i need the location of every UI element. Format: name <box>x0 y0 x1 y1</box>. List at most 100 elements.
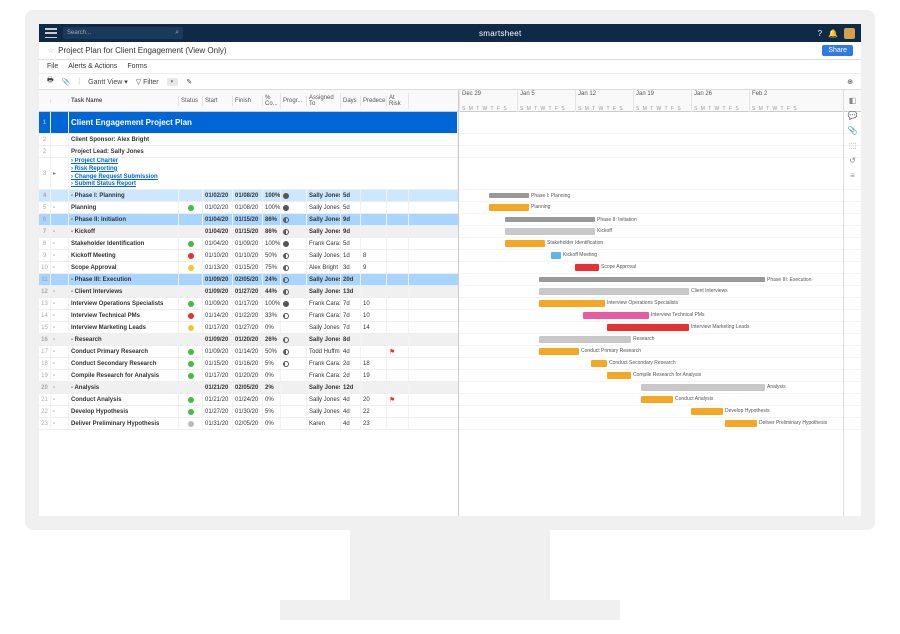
gantt-bar[interactable]: Scope Approval <box>575 264 599 271</box>
gantt-row: Kickoff <box>459 226 861 238</box>
summary-icon[interactable]: ≡ <box>850 171 855 180</box>
bell-icon[interactable]: 🔔 <box>828 29 838 38</box>
table-row[interactable]: 22▫ Develop Hypothesis 01/27/20 01/30/20… <box>39 406 458 418</box>
gantt-row: Client Interviews <box>459 286 861 298</box>
table-row[interactable]: 11 - Phase III: Execution 01/09/20 02/05… <box>39 274 458 286</box>
week-column: Feb 2S M T W T F S <box>749 90 807 112</box>
gantt-bar[interactable]: Kickoff <box>505 228 595 235</box>
gantt-row: Phase I: Planning <box>459 190 861 202</box>
gantt-bar[interactable]: Conduct Analysis <box>641 396 673 403</box>
col-complete[interactable]: % Co... <box>263 93 281 109</box>
star-icon[interactable]: ☆ <box>47 46 54 55</box>
table-row[interactable]: 14▫ Interview Technical PMs 01/14/20 01/… <box>39 310 458 322</box>
table-row[interactable]: 20▫ - Analysis 01/21/20 02/05/20 2% Sall… <box>39 382 458 394</box>
gantt-row: Conduct Secondary Research <box>459 358 861 370</box>
gantt-view-button[interactable]: Gantt View ▾ <box>88 78 128 86</box>
gantt-bar[interactable]: Phase III: Execution <box>539 277 765 282</box>
gantt-header: Dec 29S M T W T F SJan 5S M T W T F SJan… <box>459 90 861 112</box>
save-icon[interactable]: 🖶 <box>47 76 54 87</box>
table-row[interactable]: 15▫ Interview Marketing Leads 01/17/20 0… <box>39 322 458 334</box>
gantt-bar[interactable]: Phase I: Planning <box>489 193 529 198</box>
col-pred[interactable]: Predece... <box>361 96 387 106</box>
gantt-bar[interactable]: Deliver Preliminary Hypothesis <box>725 420 757 427</box>
gantt-row: Phase III: Execution <box>459 274 861 286</box>
table-row[interactable]: 21▫ Conduct Analysis 01/21/20 01/24/20 0… <box>39 394 458 406</box>
table-row[interactable]: 5▫ Planning 01/02/20 01/08/20 100% Sally… <box>39 202 458 214</box>
gantt-bar[interactable]: Client Interviews <box>539 288 689 295</box>
table-row[interactable]: 23▫ Deliver Preliminary Hypothesis 01/31… <box>39 418 458 430</box>
table-row[interactable]: 4 - Phase I: Planning 01/02/20 01/08/20 … <box>39 190 458 202</box>
table-row[interactable]: 8▫ Stakeholder Identification 01/04/20 0… <box>39 238 458 250</box>
gantt-row: Deliver Preliminary Hypothesis <box>459 418 861 430</box>
search-input[interactable]: Search...⌕ <box>63 27 183 39</box>
gantt-bar[interactable]: Conduct Secondary Research <box>591 360 607 367</box>
gantt-bar[interactable]: Compile Research for Analysis <box>607 372 631 379</box>
menu-file[interactable]: File <box>47 63 58 70</box>
gantt-row: Interview Operations Specialists <box>459 298 861 310</box>
table-row[interactable]: 7▫ - Kickoff 01/04/20 01/15/20 86% Sally… <box>39 226 458 238</box>
gantt-bar[interactable]: Develop Hypothesis <box>691 408 723 415</box>
gantt-row: Compile Research for Analysis <box>459 370 861 382</box>
proof-icon[interactable]: ⬚ <box>849 141 857 150</box>
col-task[interactable]: Task Name <box>69 96 179 106</box>
col-progress[interactable]: Progr... <box>281 96 307 106</box>
grid-header: Task Name Status Start Finish % Co... Pr… <box>39 90 458 112</box>
zoom-icon[interactable]: ⊕ <box>847 78 853 86</box>
col-start[interactable]: Start <box>203 96 233 106</box>
attach-icon[interactable]: 📎 <box>62 78 71 86</box>
col-assigned[interactable]: Assigned To <box>307 93 341 109</box>
brand-logo: smartsheet <box>479 29 522 38</box>
edit-icon[interactable]: ✎ <box>186 78 192 86</box>
gantt-bar[interactable]: Interview Operations Specialists <box>539 300 605 307</box>
right-toolbar: ◧ 💬 📎 ⬚ ↺ ≡ <box>843 90 861 516</box>
col-risk[interactable]: At Risk <box>387 93 409 109</box>
gantt-bar[interactable]: Interview Technical PMs <box>583 312 649 319</box>
gantt-row: Conduct Analysis <box>459 394 861 406</box>
col-days[interactable]: Days <box>341 96 361 106</box>
gantt-row: Kickoff Meeting <box>459 250 861 262</box>
table-row[interactable]: 17▫ Conduct Primary Research 01/09/20 01… <box>39 346 458 358</box>
gantt-row: Scope Approval <box>459 262 861 274</box>
sponsor-row: 2Client Sponsor: Alex Bright <box>39 134 458 146</box>
attachments-icon[interactable]: 📎 <box>848 126 858 135</box>
gantt-bar[interactable]: Phase II: Initiation <box>505 217 595 222</box>
menu-alerts[interactable]: Alerts & Actions <box>68 63 117 70</box>
title-bar: ☆ Project Plan for Client Engagement (Vi… <box>39 42 861 60</box>
comments-icon[interactable]: 💬 <box>848 111 858 120</box>
history-icon[interactable]: ↺ <box>849 156 856 165</box>
gantt-bar[interactable]: Planning <box>489 204 529 211</box>
grid-pane: Task Name Status Start Finish % Co... Pr… <box>39 90 459 516</box>
table-row[interactable]: 10▫ Scope Approval 01/13/20 01/15/20 75%… <box>39 262 458 274</box>
col-status[interactable]: Status <box>179 96 203 106</box>
table-row[interactable]: 16▫ - Research 01/09/20 01/20/20 26% Sal… <box>39 334 458 346</box>
table-row[interactable]: 19▫ Compile Research for Analysis 01/17/… <box>39 370 458 382</box>
gantt-row: Analysis <box>459 382 861 394</box>
help-icon[interactable]: ? <box>818 29 822 38</box>
gantt-bar[interactable]: Interview Marketing Leads <box>607 324 689 331</box>
menu-forms[interactable]: Forms <box>127 63 147 70</box>
col-finish[interactable]: Finish <box>233 96 263 106</box>
gantt-bar[interactable]: Kickoff Meeting <box>551 252 561 259</box>
gantt-row: Planning <box>459 202 861 214</box>
gantt-bar[interactable]: Conduct Primary Research <box>539 348 579 355</box>
gantt-bar[interactable]: Research <box>539 336 631 343</box>
menu-bar: File Alerts & Actions Forms <box>39 60 861 74</box>
menu-icon[interactable] <box>45 28 57 38</box>
avatar[interactable] <box>844 28 855 39</box>
table-row[interactable]: 13▫ Interview Operations Specialists 01/… <box>39 298 458 310</box>
week-column: Jan 12S M T W T F S <box>575 90 633 112</box>
table-row[interactable]: 18▫ Conduct Secondary Research 01/15/20 … <box>39 358 458 370</box>
gantt-bar[interactable]: Analysis <box>641 384 765 391</box>
toggle-pill[interactable]: ◐ <box>167 78 179 86</box>
gantt-bar[interactable]: Stakeholder Identification <box>505 240 545 247</box>
search-icon: ⌕ <box>175 29 179 37</box>
filter-button[interactable]: ▽ Filter <box>136 78 159 86</box>
table-row[interactable]: 6 - Phase II: Initiation 01/04/20 01/15/… <box>39 214 458 226</box>
links-row: 3▸› Project Charter› Risk Reporting› Cha… <box>39 158 458 190</box>
table-row[interactable]: 9▫ Kickoff Meeting 01/10/20 01/10/20 50%… <box>39 250 458 262</box>
top-navbar: Search...⌕ smartsheet ? 🔔 <box>39 24 861 42</box>
share-button[interactable]: Share <box>822 45 853 56</box>
lead-row: 2Project Lead: Sally Jones <box>39 146 458 158</box>
activity-icon[interactable]: ◧ <box>849 96 857 105</box>
table-row[interactable]: 12▫ - Client Interviews 01/09/20 01/27/2… <box>39 286 458 298</box>
